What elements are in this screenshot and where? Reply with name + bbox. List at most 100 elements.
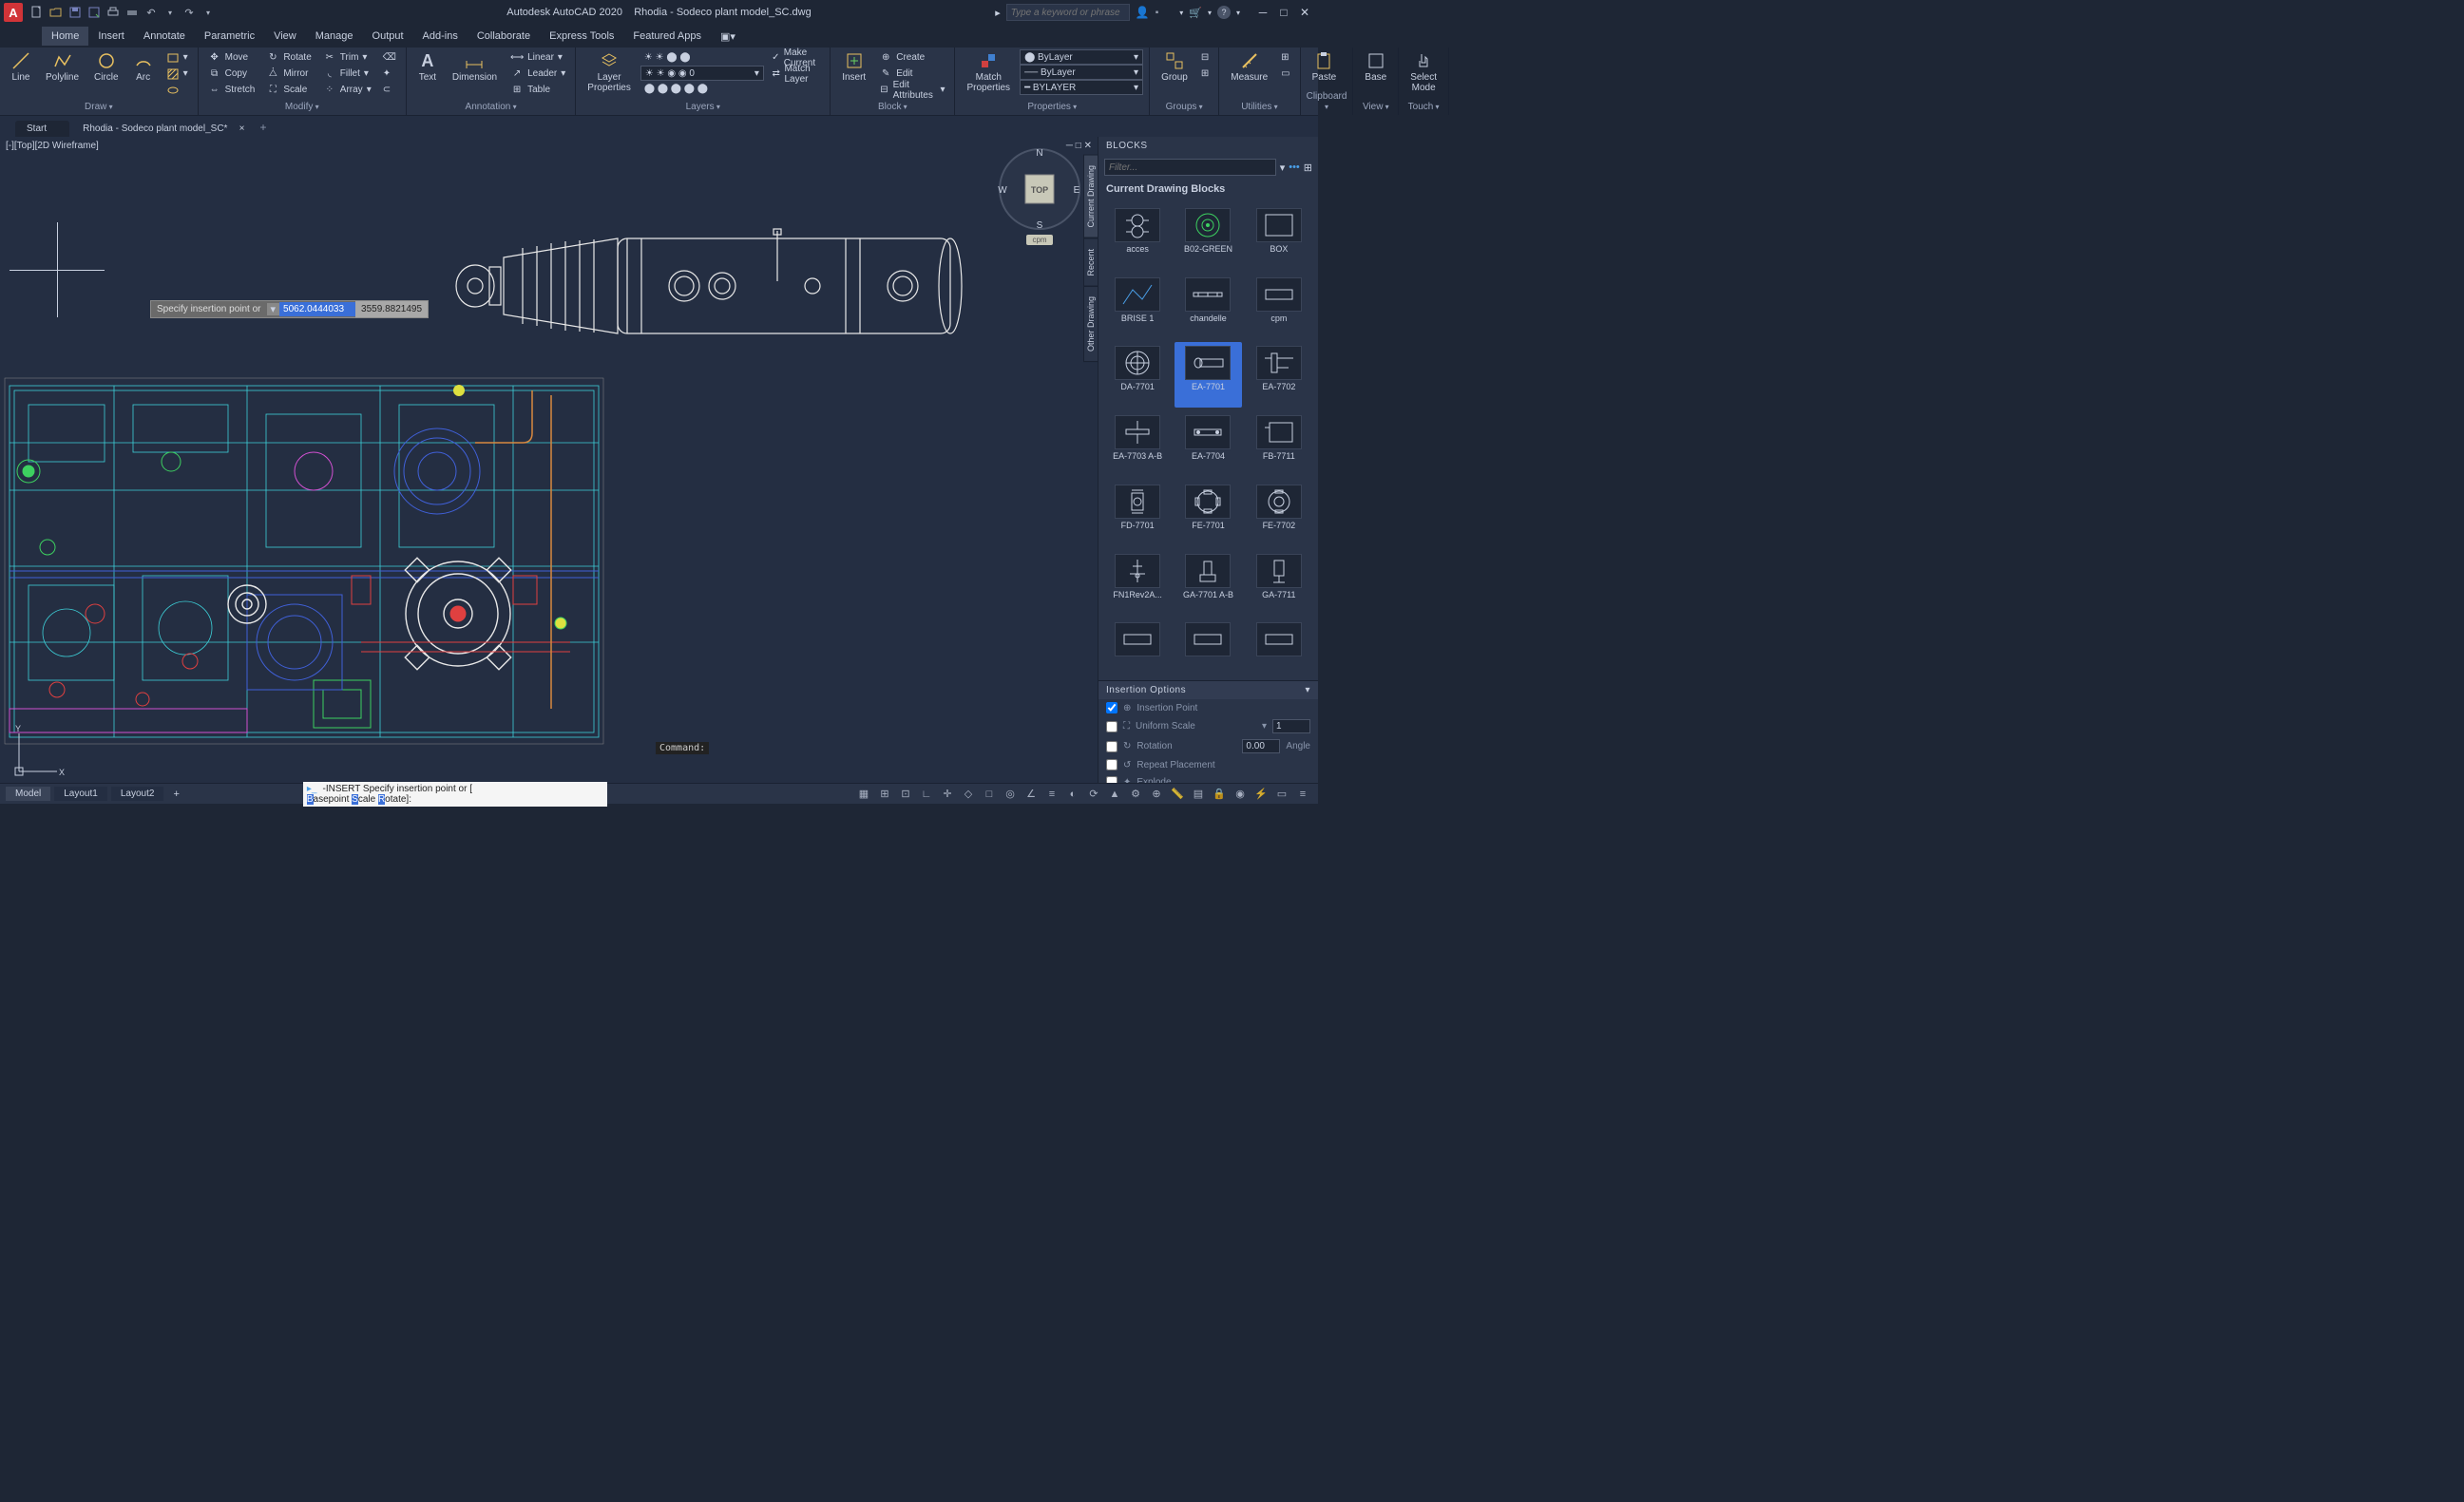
otrack-icon[interactable]: ∠ — [1022, 786, 1041, 803]
qat-undo-icon[interactable]: ↶ — [143, 4, 160, 21]
stretch-button[interactable]: ⇔Stretch — [204, 82, 259, 98]
scale-button[interactable]: ⛶Scale — [262, 82, 315, 98]
block-item[interactable]: EA-7701 — [1175, 342, 1241, 408]
tab-view[interactable]: View — [264, 27, 306, 46]
block-item[interactable]: EA-7704 — [1175, 411, 1241, 477]
rotation-checkbox[interactable] — [1106, 741, 1117, 752]
scale-input[interactable] — [1272, 719, 1310, 733]
tab-addins[interactable]: Add-ins — [413, 27, 468, 46]
base-button[interactable]: Base — [1359, 49, 1392, 85]
panel-title-clipboard[interactable]: Clipboard — [1307, 90, 1347, 113]
block-item[interactable]: FB-7711 — [1246, 411, 1312, 477]
array-button[interactable]: ⁘Array ▾ — [319, 82, 375, 98]
model-tab[interactable]: Model — [6, 787, 50, 801]
blocks-view-icon[interactable]: ⊞ — [1304, 162, 1312, 174]
vtab-other-drawing[interactable]: Other Drawing — [1083, 286, 1098, 362]
block-item[interactable]: B02-GREEN — [1175, 204, 1241, 270]
block-item[interactable]: GA-7711 — [1246, 550, 1312, 616]
tab-collaborate[interactable]: Collaborate — [468, 27, 540, 46]
panel-title-block[interactable]: Block — [836, 101, 948, 113]
isodraft-icon[interactable]: ◇ — [959, 786, 978, 803]
panel-title-view[interactable]: View — [1359, 101, 1392, 113]
move-button[interactable]: ✥Move — [204, 49, 259, 66]
text-button[interactable]: AText — [412, 49, 443, 85]
help-icon[interactable]: ? — [1217, 6, 1231, 19]
layer-state-icon[interactable]: ☀ ☀ ⬤ ⬤ — [640, 49, 764, 66]
qat-redo-icon[interactable]: ↷ — [181, 4, 198, 21]
isolate-icon[interactable]: ◉ — [1231, 786, 1250, 803]
block-item[interactable]: EA-7702 — [1246, 342, 1312, 408]
block-item[interactable]: DA-7701 — [1104, 342, 1171, 408]
hatch-icon[interactable]: ▾ — [162, 66, 192, 82]
infocenter-icon[interactable]: 👤 — [1136, 6, 1150, 19]
repeat-checkbox[interactable] — [1106, 759, 1117, 770]
linetype-dropdown[interactable]: ── ByLayer▾ — [1020, 65, 1143, 80]
search-input[interactable] — [1006, 4, 1130, 21]
color-dropdown[interactable]: ⬤ ByLayer▾ — [1020, 49, 1143, 65]
circle-button[interactable]: Circle — [88, 49, 124, 85]
rotation-input[interactable] — [1242, 739, 1280, 753]
osnap-icon[interactable]: □ — [980, 786, 999, 803]
dimension-button[interactable]: Dimension — [447, 49, 503, 85]
annoscale-icon[interactable]: ▲ — [1105, 786, 1124, 803]
close-tab-icon[interactable]: × — [239, 124, 245, 134]
fillet-button[interactable]: ◟Fillet ▾ — [319, 66, 375, 82]
modelspace-icon[interactable]: ▦ — [854, 786, 873, 803]
blocks-filter-input[interactable] — [1104, 159, 1276, 176]
ortho-icon[interactable]: ∟ — [917, 786, 936, 803]
minimize-button[interactable]: ─ — [1253, 4, 1272, 21]
group-button[interactable]: Group — [1156, 49, 1194, 85]
tab-output[interactable]: Output — [363, 27, 413, 46]
lock-icon[interactable]: 🔒 — [1210, 786, 1229, 803]
paste-button[interactable]: Paste — [1307, 49, 1343, 85]
panel-title-properties[interactable]: Properties — [961, 101, 1143, 113]
blocks-more-icon[interactable]: ••• — [1289, 162, 1300, 173]
layout2-tab[interactable]: Layout2 — [111, 787, 164, 801]
qat-plot-icon[interactable] — [105, 4, 122, 21]
match-properties-button[interactable]: Match Properties — [961, 49, 1016, 95]
tab-featuredapps[interactable]: Featured Apps — [623, 27, 711, 46]
measure-button[interactable]: Measure — [1225, 49, 1273, 85]
tab-more-icon[interactable]: ▣▾ — [711, 27, 745, 47]
close-button[interactable]: ✕ — [1295, 4, 1314, 21]
ellipse-icon[interactable] — [162, 82, 192, 98]
annomonitor-icon[interactable]: ⊕ — [1147, 786, 1166, 803]
explode-icon[interactable]: ✦ — [379, 66, 400, 82]
qat-print-icon[interactable] — [124, 4, 141, 21]
group-edit-icon[interactable]: ⊞ — [1197, 66, 1213, 82]
prompt-options-icon[interactable]: ▾ — [267, 303, 280, 315]
layer-dropdown[interactable]: ☀ ☀ ◉ ◉ 0▾ — [640, 66, 764, 81]
select-mode-button[interactable]: Select Mode — [1404, 49, 1442, 95]
select-icon[interactable]: ▭ — [1277, 66, 1293, 82]
customize-icon[interactable]: ≡ — [1293, 786, 1312, 803]
tab-expresstools[interactable]: Express Tools — [540, 27, 623, 46]
arc-button[interactable]: Arc — [128, 49, 159, 85]
block-item[interactable]: cpm — [1246, 274, 1312, 339]
3dosnap-icon[interactable]: ◎ — [1001, 786, 1020, 803]
doc-tab-start[interactable]: Start — [15, 121, 69, 137]
dynamic-input-x[interactable] — [279, 302, 355, 316]
collapse-icon[interactable]: ▾ — [1305, 685, 1310, 695]
doc-tab-current[interactable]: Rhodia - Sodeco plant model_SC*× — [71, 121, 250, 137]
dynamic-input-y[interactable]: 3559.8821495 — [355, 301, 428, 317]
app-menu-icon[interactable]: ▾ — [1208, 9, 1212, 17]
drawing-canvas[interactable]: [-][Top][2D Wireframe] ─ □ ✕ — [0, 137, 1098, 790]
block-item[interactable]: EA-7703 A-B — [1104, 411, 1171, 477]
qat-open-icon[interactable] — [48, 4, 65, 21]
calc-icon[interactable]: ⊞ — [1277, 49, 1293, 66]
qat-new-icon[interactable] — [29, 4, 46, 21]
qat-saveas-icon[interactable] — [86, 4, 103, 21]
add-layout-button[interactable]: + — [167, 789, 184, 800]
block-item[interactable]: chandelle — [1175, 274, 1241, 339]
linear-button[interactable]: ⟷Linear ▾ — [506, 49, 569, 66]
block-item[interactable]: FN1Rev2A... — [1104, 550, 1171, 616]
signin-icon[interactable]: ▪ — [1156, 8, 1159, 18]
tab-home[interactable]: Home — [42, 27, 88, 46]
snap-icon[interactable]: ⊡ — [896, 786, 915, 803]
qat-redo-dropdown[interactable]: ▾ — [200, 4, 217, 21]
viewcube[interactable]: TOP N S W E cpm — [997, 146, 1082, 232]
rectangle-icon[interactable]: ▾ — [162, 49, 192, 66]
mirror-button[interactable]: ⧊Mirror — [262, 66, 315, 82]
tab-manage[interactable]: Manage — [306, 27, 363, 46]
panel-title-annotation[interactable]: Annotation — [412, 101, 569, 113]
